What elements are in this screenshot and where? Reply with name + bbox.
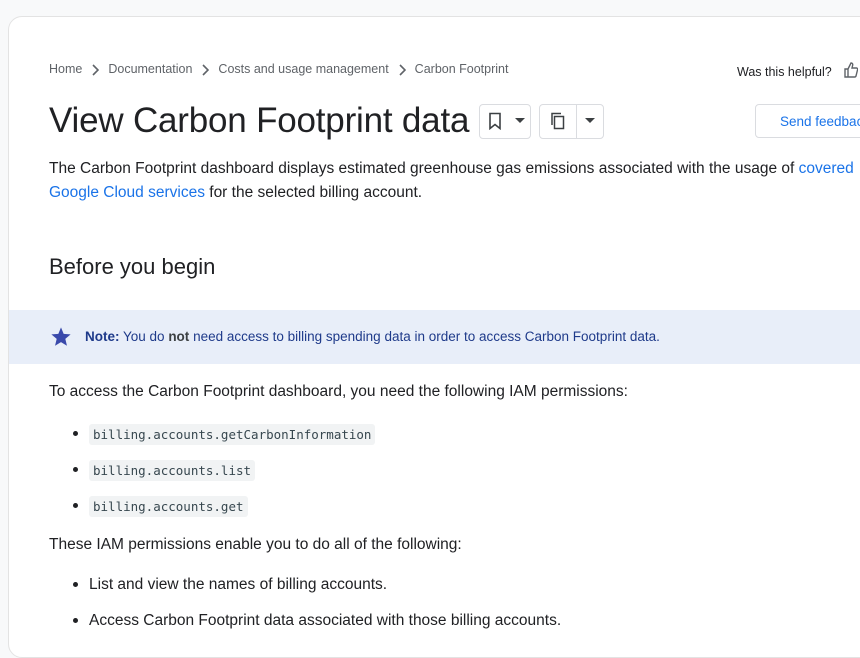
breadcrumb-item-costs[interactable]: Costs and usage management — [218, 62, 388, 76]
actions-intro: These IAM permissions enable you to do a… — [49, 536, 462, 553]
breadcrumb-item-documentation[interactable]: Documentation — [108, 62, 192, 76]
content-card: Home Documentation Costs and usage manag… — [8, 16, 860, 658]
intro-paragraph: The Carbon Footprint dashboard displays … — [49, 157, 860, 205]
helpful-label: Was this helpful? — [737, 64, 832, 79]
thumb-up-icon[interactable] — [844, 62, 859, 81]
breadcrumb-item-carbon-footprint[interactable]: Carbon Footprint — [415, 62, 509, 76]
star-icon — [50, 326, 72, 353]
title-row: View Carbon Footprint data — [49, 101, 605, 141]
note-part1: You do — [119, 329, 169, 344]
copy-dropdown-button[interactable] — [577, 105, 603, 138]
list-item: List and view the names of billing accou… — [49, 567, 561, 603]
caret-down-icon — [515, 118, 526, 123]
chevron-right-icon — [82, 62, 108, 76]
bookmark-button-group — [479, 103, 532, 139]
send-feedback-button[interactable]: Send feedback — [755, 104, 860, 138]
breadcrumb-item-home[interactable]: Home — [49, 62, 82, 76]
intro-text-end: for the selected billing account. — [204, 184, 423, 201]
caret-down-icon — [585, 118, 596, 123]
chevron-right-icon — [389, 62, 415, 76]
list-item: billing.accounts.getCarbonInformation — [49, 416, 376, 452]
bookmark-icon — [489, 112, 502, 130]
note-bold: not — [168, 329, 190, 344]
chevron-right-icon — [192, 62, 218, 76]
copy-button[interactable] — [540, 105, 576, 138]
permission-code: billing.accounts.get — [89, 495, 248, 517]
copy-button-group — [539, 103, 605, 139]
copy-icon — [551, 112, 565, 130]
list-item: billing.accounts.get — [49, 488, 375, 524]
helpful-prompt: Was this helpful? — [737, 62, 859, 81]
permission-code: billing.accounts.list — [89, 459, 256, 481]
section-heading: Before you begin — [49, 254, 216, 279]
note-part2: need access to billing spending data in … — [189, 329, 660, 344]
actions-list: List and view the names of billing accou… — [49, 567, 561, 639]
permission-code: billing.accounts.getCarbonInformation — [89, 423, 376, 445]
list-item: Access Carbon Footprint data associated … — [49, 603, 561, 639]
bookmark-dropdown-button[interactable] — [510, 105, 530, 138]
list-item: billing.accounts.list — [49, 452, 375, 488]
bookmark-button[interactable] — [480, 105, 510, 138]
permissions-intro: To access the Carbon Footprint dashboard… — [49, 383, 628, 400]
note-label: Note: — [85, 329, 120, 344]
intro-text: The Carbon Footprint dashboard displays … — [49, 160, 799, 177]
breadcrumb: Home Documentation Costs and usage manag… — [49, 62, 508, 76]
note-callout: Note: You do not need access to billing … — [9, 310, 860, 364]
permissions-list: billing.accounts.getCarbonInformation bi… — [49, 416, 376, 524]
page-title: View Carbon Footprint data — [49, 101, 470, 140]
note-text: Note: You do not need access to billing … — [85, 329, 660, 344]
